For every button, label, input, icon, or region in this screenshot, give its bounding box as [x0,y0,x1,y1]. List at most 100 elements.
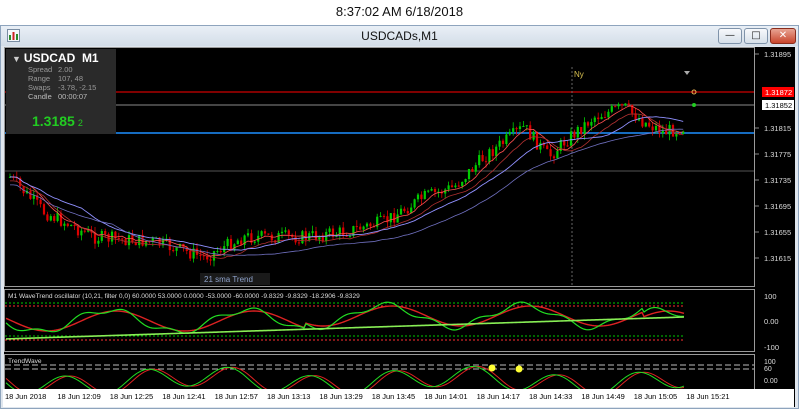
time-axis-label: 18 Jun 12:41 [162,392,206,401]
candle-body [212,251,216,261]
price-marker-icon [692,103,696,107]
candle-body [546,145,549,150]
info-row-swaps: Swaps -3.78, -2.15 [28,83,97,92]
candle-body [403,208,406,212]
osc-scale-label: -100 [764,343,779,352]
price-tick-label: 1.31735 [764,176,791,185]
candle-body [246,233,250,236]
candle-body [491,149,494,157]
candle-body [576,126,579,138]
candle-body [226,238,229,247]
time-axis-label: 18 Jun 14:49 [581,392,625,401]
maximize-button[interactable]: □ [744,28,768,44]
trendwave-title: TrendWave [8,358,42,365]
candle-body [134,242,137,246]
candle-body [253,241,256,243]
candle-body [53,216,56,221]
candle-body [501,140,505,145]
candle-body [474,165,477,172]
candle-body [648,122,651,127]
time-axis-label: 18 Jun 12:25 [109,392,154,401]
tw-scale-label: 60 [764,366,772,373]
candle-body [607,111,610,118]
candle-body [488,149,491,163]
trendwave-signal-dot [515,365,523,373]
candle-body [382,215,386,217]
candle-body [348,235,352,237]
candle-body [624,103,627,106]
candle-body [267,233,270,235]
time-axis-label: 18 Jun 12:09 [57,392,101,401]
candle-body [614,106,617,108]
candle-body [362,226,365,230]
chart-canvas[interactable]: Ny 21 sma Trend 1.318951.318151.317751.3… [4,47,795,407]
window-titlebar[interactable]: USDCADs,M1 — □ ✕ [1,26,798,46]
candle-body [539,142,542,150]
info-row-range: Range 107, 48 [28,74,84,83]
candle-body [508,131,511,135]
shift-triangle-icon[interactable] [684,71,690,75]
price-tick-label: 1.31895 [764,50,791,59]
candle-body [518,126,522,130]
candle-body [73,224,76,227]
candle-body [627,103,630,105]
candle-body [406,211,409,214]
candle-body [396,214,399,223]
minimize-button[interactable]: — [718,28,742,44]
candle-body [450,185,454,188]
candle-body [566,145,569,147]
candle-body [369,223,372,227]
candle-body [498,140,501,147]
current-price: 1.3185 2 [32,113,83,129]
candle-body [63,223,66,226]
candle-body [76,226,80,236]
candle-body [240,240,243,245]
time-axis-label: 18 Jun 14:17 [476,392,520,401]
candle-body [59,212,63,226]
candle-body [66,223,69,227]
candle-body [263,231,267,234]
clock-timestamp: 8:37:02 AM 6/18/2018 [335,4,464,19]
close-button[interactable]: ✕ [770,28,796,44]
price-scale[interactable]: 1.31895 1.31815 1.31775 1.31735 1.31695 1.316… [755,50,791,263]
chart-area[interactable]: Ny 21 sma Trend 1.31895 1.31815 1.31775 1.3… [4,47,795,407]
candle-body [413,199,416,208]
candle-body [29,190,32,199]
candle-body [525,125,528,127]
chart-window[interactable]: USDCADs,M1 — □ ✕ Ny 21 sma Trend 1.31895… [0,25,799,409]
candle-body [654,125,658,131]
candle-body [471,168,474,172]
candle-body [461,181,464,187]
oscillator-title: M1 WaveTrend oscillator (10,21, filter 0… [8,293,360,300]
main-panel-frame [4,47,755,287]
candle-body [379,215,382,217]
timeframe-label: M1 [81,51,99,65]
candle-body [209,259,212,261]
candle-body [556,150,559,159]
symbol-info-panel[interactable]: ▼ USDCAD M1 Spread 2.00 Range 107, 48 Swaps… [6,49,116,134]
candle-body [260,231,263,236]
candle-body [342,227,345,236]
candle-body [495,146,498,157]
symbol-name: USDCAD [23,51,76,65]
sma-trend-label: 21 sma Trend [204,275,253,284]
osc-scale-label: 0.00 [764,317,779,326]
candle-body [569,131,573,146]
candle-body [49,216,52,221]
candle-body [651,126,654,131]
candle-body [447,185,450,190]
red-price-tag-label: 1.31872 [765,88,792,97]
candle-body [219,251,222,253]
symbol-header: ▼ USDCAD M1 [12,51,99,65]
candle-body [515,128,518,130]
trendwave-signal-dot [488,364,496,372]
candle-body [505,134,508,145]
candle-body [430,189,433,191]
candle-body [658,125,661,134]
candle-body [365,223,369,227]
candle-body [617,104,620,107]
candle-body [117,237,120,239]
candle-body [39,199,42,205]
candle-body [297,242,301,244]
time-axis-label: 18 Jun 13:45 [371,392,416,401]
